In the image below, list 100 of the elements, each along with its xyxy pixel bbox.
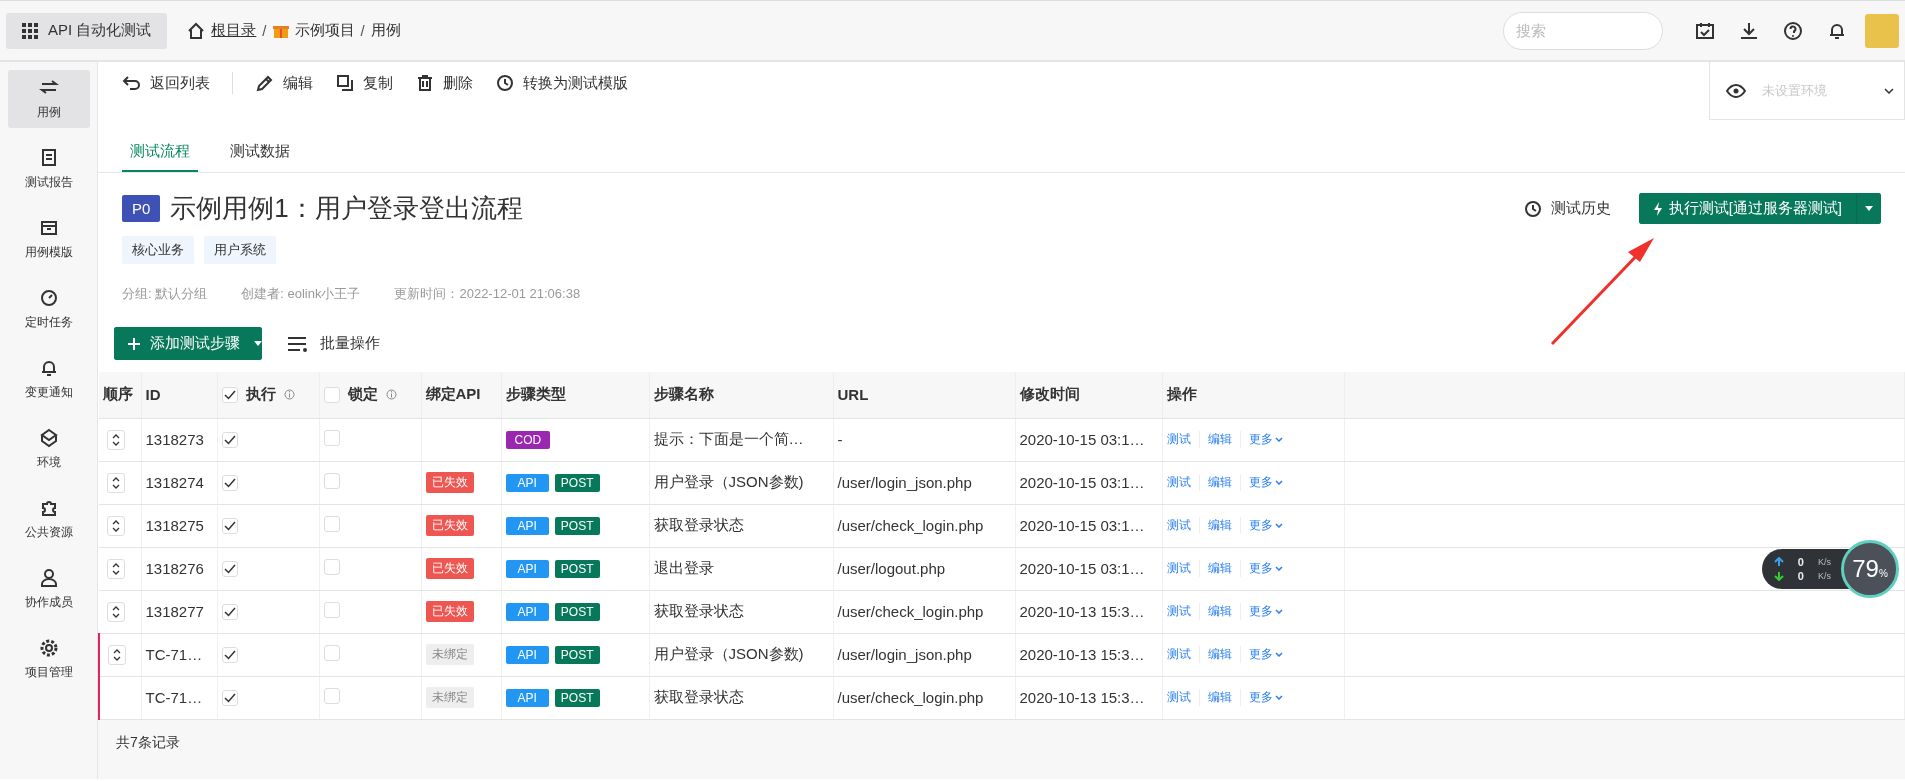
checkbox[interactable] — [323, 602, 340, 618]
trash-icon — [415, 73, 435, 93]
sidebar-item[interactable]: 变更通知 — [7, 350, 90, 408]
record-count: 共7条记录 — [115, 732, 181, 752]
sidebar-item[interactable]: 公共资源 — [7, 490, 90, 548]
sidebar-item[interactable]: 环境 — [7, 420, 90, 478]
checkbox[interactable] — [221, 432, 238, 448]
breadcrumb-link[interactable]: 示例项目 — [294, 21, 355, 40]
checkbox[interactable] — [323, 559, 340, 575]
type-badge: API — [505, 603, 549, 621]
check-icon — [223, 478, 236, 488]
toolbar-button[interactable]: 复制 — [335, 73, 393, 93]
action-link[interactable]: 编辑 — [1199, 474, 1241, 491]
action-link[interactable]: 更多 — [1240, 646, 1291, 663]
sidebar-item[interactable]: 用例模版 — [7, 210, 90, 268]
column-header: 步骤类型 — [501, 372, 649, 418]
action-link[interactable]: 测试 — [1166, 431, 1200, 448]
sidebar-item[interactable]: 协作成员 — [7, 560, 90, 618]
sort-handle[interactable] — [107, 472, 125, 493]
sort-handle[interactable] — [107, 601, 125, 622]
tab[interactable]: 测试流程 — [122, 136, 198, 172]
tab[interactable]: 测试数据 — [222, 136, 298, 172]
action-link[interactable]: 更多 — [1240, 603, 1291, 620]
toolbar-button[interactable]: 删除 — [415, 73, 473, 93]
action-link[interactable]: 测试 — [1166, 603, 1200, 620]
action-link[interactable]: 编辑 — [1199, 603, 1241, 620]
checkbox[interactable] — [323, 386, 340, 403]
sort-icon — [112, 605, 120, 618]
table-cell: TC-71… — [141, 676, 217, 719]
action-link[interactable]: 测试 — [1166, 560, 1200, 577]
table-cell: 用户登录（JSON参数) — [649, 633, 833, 676]
checkbox[interactable] — [221, 518, 238, 534]
action-link[interactable]: 测试 — [1166, 689, 1200, 706]
home-icon — [187, 21, 206, 40]
action-link[interactable]: 更多 — [1240, 560, 1291, 577]
action-link[interactable]: 测试 — [1166, 517, 1200, 534]
breadcrumb-current: 用例 — [370, 21, 401, 40]
checkbox[interactable] — [221, 475, 238, 491]
sidebar-item[interactable]: 定时任务 — [7, 280, 90, 338]
type-badge: POST — [554, 560, 600, 578]
column-header: 步骤名称 — [649, 372, 833, 418]
action-link[interactable]: 测试 — [1166, 646, 1200, 663]
app-switcher-button[interactable]: API 自动化测试 — [6, 12, 168, 49]
action-link[interactable]: 编辑 — [1199, 431, 1241, 448]
table-cell: TC-71… — [141, 633, 217, 676]
checkbox[interactable] — [323, 645, 340, 661]
info-icon — [283, 389, 295, 401]
history-button[interactable]: 测试历史 — [1516, 197, 1617, 220]
action-link[interactable]: 编辑 — [1199, 646, 1241, 663]
checkbox[interactable] — [323, 473, 340, 489]
action-link[interactable]: 更多 — [1240, 517, 1291, 534]
search-field[interactable]: 搜索 — [1503, 11, 1663, 50]
check-icon — [223, 607, 236, 617]
action-link[interactable]: 编辑 — [1199, 560, 1241, 577]
sort-handle[interactable] — [107, 515, 125, 536]
dropdown-toggle[interactable] — [254, 327, 262, 360]
column-header: 执行 — [245, 385, 276, 405]
tag: 核心业务 — [122, 236, 194, 264]
sidebar-item[interactable]: 用例 — [7, 70, 90, 128]
batch-button[interactable]: 批量操作 — [282, 333, 386, 354]
sort-handle[interactable] — [108, 644, 126, 665]
action-link[interactable]: 编辑 — [1199, 517, 1241, 534]
toolbar-button[interactable]: 转换为测试模版 — [495, 73, 628, 93]
action-link[interactable]: 更多 — [1240, 431, 1291, 448]
checkbox[interactable] — [221, 690, 238, 706]
table-cell: 获取登录状态 — [649, 676, 833, 719]
breadcrumb-separator: / — [360, 22, 365, 39]
table-cell: 1318275 — [141, 504, 217, 547]
sort-handle[interactable] — [107, 429, 125, 450]
dropdown-toggle[interactable] — [1856, 193, 1881, 224]
checkbox[interactable] — [221, 647, 238, 663]
speed-value: 0 — [1797, 570, 1804, 582]
column-header: 操作 — [1162, 372, 1344, 418]
calendar-check-icon[interactable] — [1695, 20, 1715, 41]
type-badge: POST — [554, 517, 600, 535]
column-header: ID — [141, 372, 217, 418]
checkbox[interactable] — [221, 604, 238, 620]
checkbox[interactable] — [323, 688, 340, 704]
checkbox[interactable] — [323, 516, 340, 532]
action-link[interactable]: 编辑 — [1199, 689, 1241, 706]
caret-icon — [254, 341, 262, 346]
action-link[interactable]: 测试 — [1166, 474, 1200, 491]
table-cell: 1318277 — [141, 590, 217, 633]
help-icon[interactable] — [1783, 20, 1803, 41]
action-link[interactable]: 更多 — [1240, 474, 1291, 491]
checkbox[interactable] — [323, 430, 340, 446]
breadcrumb-link[interactable]: 根目录 — [211, 21, 257, 40]
sort-handle[interactable] — [107, 558, 125, 579]
arrow-up-icon — [1773, 557, 1784, 567]
action-link[interactable]: 更多 — [1240, 689, 1291, 706]
download-icon[interactable] — [1739, 20, 1759, 41]
checkbox[interactable] — [221, 386, 238, 403]
sort-icon — [113, 648, 121, 661]
chevron-down-icon — [1884, 87, 1894, 94]
settings-icon — [38, 637, 59, 658]
sidebar-item[interactable]: 项目管理 — [7, 630, 90, 688]
checkbox[interactable] — [221, 561, 238, 577]
toolbar-button[interactable]: 返回列表 — [122, 73, 210, 93]
sidebar-item[interactable]: 测试报告 — [7, 140, 90, 198]
toolbar-button[interactable]: 编辑 — [255, 73, 313, 93]
